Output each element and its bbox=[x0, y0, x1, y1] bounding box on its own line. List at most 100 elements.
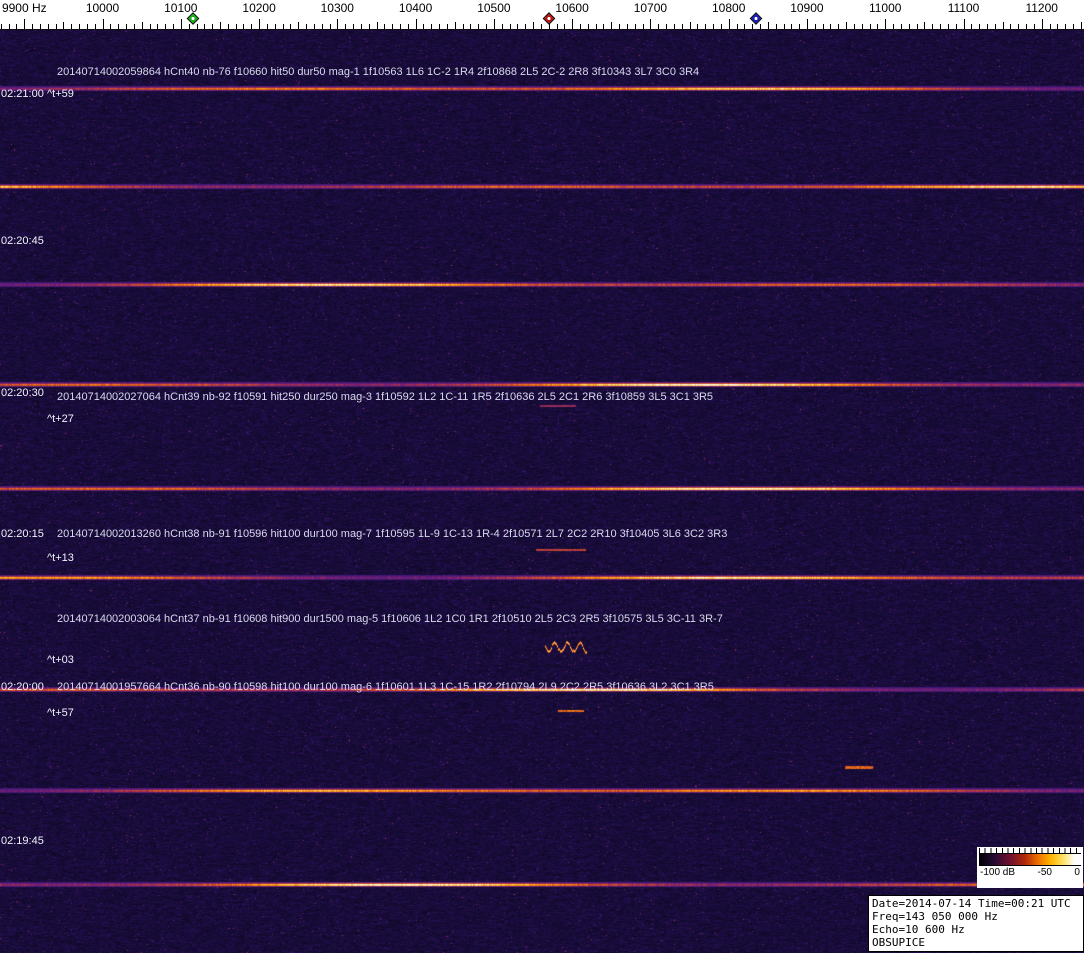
ruler-minor-tick bbox=[1010, 24, 1012, 29]
ruler-minor-tick bbox=[439, 24, 441, 29]
ruler-minor-tick bbox=[720, 24, 722, 29]
ruler-frequency-label: 10000 bbox=[85, 1, 120, 15]
ruler-major-tick bbox=[963, 19, 965, 29]
ruler-minor-tick bbox=[893, 24, 894, 29]
status-date-time: Date=2014-07-14 Time=00:21 UTC bbox=[872, 897, 1071, 910]
ruler-minor-tick bbox=[157, 24, 159, 29]
ruler-minor-tick bbox=[360, 24, 362, 29]
ruler-minor-tick bbox=[8, 24, 10, 29]
ruler-major-tick bbox=[337, 19, 339, 29]
ruler-minor-tick bbox=[149, 24, 151, 29]
ruler-minor-tick bbox=[955, 24, 957, 29]
ruler-minor-tick bbox=[799, 24, 801, 29]
status-echo-offset: Echo=10 600 Hz bbox=[872, 923, 965, 936]
ruler-minor-tick bbox=[822, 24, 824, 29]
status-frequency: Freq=143 050 000 Hz bbox=[872, 910, 998, 923]
ruler-minor-tick bbox=[509, 24, 511, 29]
marker-blue-diamond bbox=[749, 12, 763, 25]
ruler-minor-tick bbox=[290, 24, 292, 29]
ruler-minor-tick bbox=[900, 24, 902, 29]
ruler-minor-tick bbox=[611, 22, 613, 29]
ruler-major-tick bbox=[493, 19, 495, 29]
ruler-major-tick bbox=[259, 19, 261, 29]
ruler-minor-tick bbox=[392, 24, 394, 29]
colorbar-labels: -100 dB -50 0 bbox=[979, 866, 1081, 880]
ruler-minor-tick bbox=[266, 24, 268, 29]
ruler-minor-tick bbox=[313, 24, 315, 29]
ruler-minor-tick bbox=[462, 24, 464, 29]
ruler-frequency-label: 9900 Hz bbox=[1, 1, 47, 15]
ruler-minor-tick bbox=[767, 22, 769, 29]
ruler-minor-tick bbox=[846, 22, 848, 29]
ruler-minor-tick bbox=[86, 24, 88, 29]
ruler-frequency-label: 11000 bbox=[868, 1, 902, 15]
ruler-minor-tick bbox=[298, 22, 300, 29]
ruler-minor-tick bbox=[658, 24, 660, 29]
ruler-major-tick bbox=[885, 19, 887, 29]
ruler-minor-tick bbox=[1049, 24, 1051, 29]
ruler-minor-tick bbox=[110, 24, 112, 29]
ruler-frequency-label: 10400 bbox=[398, 1, 433, 15]
ruler-minor-tick bbox=[47, 24, 49, 29]
ruler-minor-tick bbox=[478, 24, 480, 29]
ruler-minor-tick bbox=[399, 24, 401, 29]
ruler-minor-tick bbox=[470, 24, 472, 29]
ruler-minor-tick bbox=[1065, 24, 1067, 29]
ruler-minor-tick bbox=[0, 24, 2, 29]
ruler-minor-tick bbox=[1026, 24, 1028, 29]
ruler-minor-tick bbox=[141, 22, 143, 29]
ruler-minor-tick bbox=[595, 24, 597, 29]
ruler-minor-tick bbox=[830, 24, 832, 29]
ruler-minor-tick bbox=[353, 24, 354, 29]
ruler-minor-tick bbox=[525, 24, 527, 29]
ruler-minor-tick bbox=[760, 24, 761, 29]
ruler-minor-tick bbox=[188, 24, 190, 29]
ruler-minor-tick bbox=[689, 22, 691, 29]
ruler-frequency-label: 11100 bbox=[947, 1, 980, 15]
ruler-minor-tick bbox=[274, 24, 276, 29]
ruler-major-tick bbox=[102, 19, 104, 29]
ruler-minor-tick bbox=[431, 24, 433, 29]
ruler-minor-tick bbox=[994, 24, 996, 29]
ruler-minor-tick bbox=[744, 24, 746, 29]
ruler-minor-tick bbox=[501, 24, 503, 29]
marker-red-diamond bbox=[542, 12, 556, 25]
ruler-minor-tick bbox=[853, 24, 855, 29]
ruler-minor-tick bbox=[133, 24, 135, 29]
ruler-minor-tick bbox=[705, 24, 707, 29]
ruler-minor-tick bbox=[533, 22, 534, 29]
ruler-minor-tick bbox=[165, 24, 167, 29]
ruler-major-tick bbox=[415, 19, 417, 29]
ruler-minor-tick bbox=[814, 24, 816, 29]
ruler-minor-tick bbox=[446, 24, 448, 29]
ruler-minor-tick bbox=[713, 24, 714, 29]
ruler-frequency-label: 10900 bbox=[790, 1, 824, 15]
ruler-minor-tick bbox=[423, 24, 425, 29]
ruler-minor-tick bbox=[55, 24, 57, 29]
spectrogram-screen: 9900 Hz 10000 10100 10200 10300 10400 10500 106… bbox=[0, 0, 1084, 953]
ruler-frequency-label: 10300 bbox=[320, 1, 354, 15]
colorbar-label-mid: -50 bbox=[1037, 867, 1052, 878]
ruler-minor-tick bbox=[924, 22, 926, 29]
ruler-minor-tick bbox=[517, 24, 519, 29]
ruler-frequency-label: 11200 bbox=[1025, 1, 1058, 15]
colorbar-gradient bbox=[979, 853, 1081, 866]
ruler-major-tick bbox=[572, 19, 574, 29]
ruler-minor-tick bbox=[673, 24, 675, 29]
ruler-minor-tick bbox=[368, 24, 370, 29]
ruler-minor-tick bbox=[971, 24, 973, 29]
ruler-minor-tick bbox=[1018, 24, 1020, 29]
ruler-minor-tick bbox=[932, 24, 934, 29]
ruler-minor-tick bbox=[634, 24, 636, 29]
ruler-minor-tick bbox=[783, 24, 785, 29]
status-panel: Date=2014-07-14 Time=00:21 UTC Freq=143 … bbox=[868, 895, 1084, 952]
ruler-minor-tick bbox=[791, 24, 793, 29]
colorbar-label-max: 0 bbox=[1074, 867, 1080, 878]
ruler-minor-tick bbox=[126, 24, 127, 29]
ruler-minor-tick bbox=[1033, 24, 1035, 29]
ruler-minor-tick bbox=[454, 22, 456, 29]
ruler-minor-tick bbox=[619, 24, 621, 29]
ruler-major-tick bbox=[1041, 19, 1043, 29]
ruler-minor-tick bbox=[79, 24, 80, 29]
ruler-minor-tick bbox=[212, 24, 214, 29]
